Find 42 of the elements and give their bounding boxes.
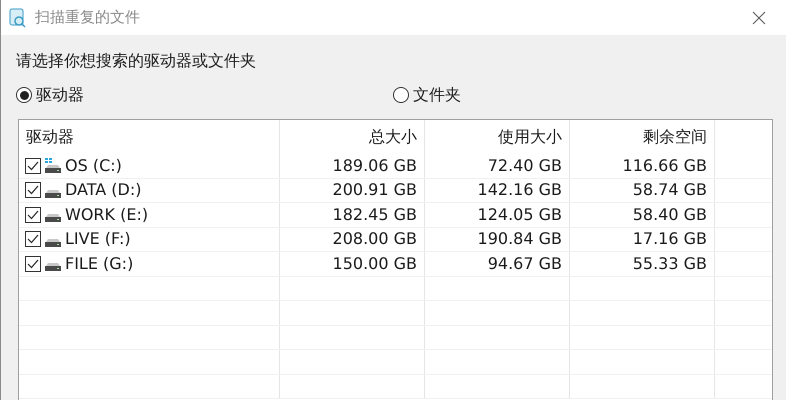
checkbox[interactable] [25,231,41,248]
drive-name: FILE (G:) [65,252,134,275]
drive-name: LIVE (F:) [65,228,131,250]
table-cell: 182.45 GB [280,203,425,226]
window-title: 扫描重复的文件 [35,7,140,28]
table-cell: 189.06 GB [280,154,425,178]
table-cell: 17.16 GB [570,228,715,251]
table-cell: 116.66 GB [570,154,715,178]
app-icon [9,8,27,28]
table-cell: 72.40 GB [425,154,570,178]
drive-name: WORK (E:) [65,204,148,226]
table-cell: 208.00 GB [280,228,425,251]
drive-name: OS (C:) [65,154,122,177]
checkbox[interactable] [25,182,41,198]
table-cell: 200.91 GB [280,178,425,202]
radio-button[interactable] [393,87,409,103]
radio-button[interactable] [16,87,32,103]
table-cell: 150.00 GB [280,252,425,276]
radio-label[interactable]: 文件夹 [413,83,461,107]
drive-name: DATA (D:) [65,179,142,202]
drive-icon [45,190,61,198]
drive-icon [45,214,61,222]
checkbox[interactable] [25,158,41,174]
checkbox[interactable] [25,206,41,223]
column-header[interactable]: 剩余空间 [570,120,715,154]
table-cell: 142.16 GB [425,178,570,202]
system-drive-icon [45,158,61,174]
prompt-text: 请选择你想搜索的驱动器或文件夹 [16,50,257,72]
drive-icon [45,263,61,272]
column-header[interactable]: 总大小 [280,120,425,154]
radio-label[interactable]: 驱动器 [36,83,84,107]
table-cell: 58.40 GB [570,203,715,226]
table-cell: 190.84 GB [425,228,570,251]
table-cell: 58.74 GB [570,178,715,202]
checkbox[interactable] [25,256,41,272]
column-header[interactable]: 使用大小 [425,120,570,154]
close-icon [752,10,766,24]
column-header[interactable]: 驱动器 [19,120,280,154]
table-cell: 55.33 GB [570,252,715,276]
table-cell: 94.67 GB [425,252,570,276]
table-cell: 124.05 GB [425,203,570,226]
drive-icon [45,238,61,247]
